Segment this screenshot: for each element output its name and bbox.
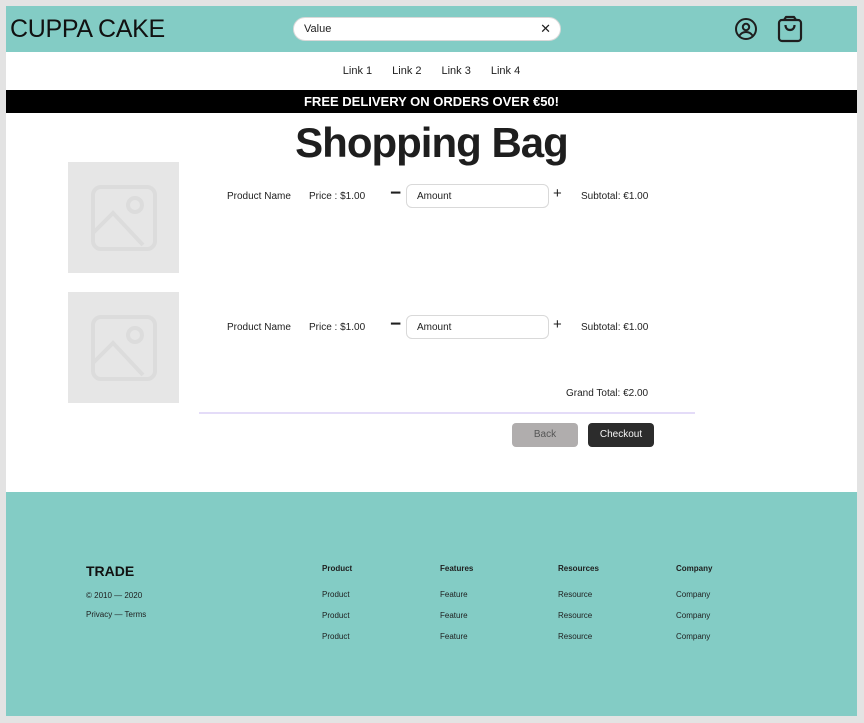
decrease-quantity-button[interactable]: − — [390, 183, 401, 205]
footer-link[interactable]: Product — [322, 611, 352, 620]
cart-item-row: Product Name Price : $1.00 − Amount + Su… — [6, 182, 857, 212]
close-icon[interactable]: ✕ — [540, 21, 551, 37]
footer-brand: TRADE — [86, 563, 135, 579]
brand-logo[interactable]: CUPPA CAKE — [10, 15, 165, 44]
footer-column-heading: Company — [676, 564, 713, 573]
quantity-input[interactable]: Amount — [406, 315, 549, 339]
promo-banner: FREE DELIVERY ON ORDERS OVER €50! — [6, 90, 857, 113]
footer-copyright: © 2010 — 2020 — [86, 591, 143, 600]
footer-link[interactable]: Feature — [440, 611, 473, 620]
footer-link[interactable]: Company — [676, 632, 712, 641]
nav-link-2[interactable]: Link 2 — [392, 65, 421, 77]
quantity-placeholder: Amount — [417, 322, 452, 333]
shopping-bag-icon[interactable] — [777, 15, 803, 43]
decrease-quantity-button[interactable]: − — [390, 314, 401, 336]
nav-link-1[interactable]: Link 1 — [343, 65, 372, 77]
footer-column-company: Company Company Company Company — [676, 564, 712, 653]
product-image — [68, 292, 179, 403]
main-nav: Link 1 Link 2 Link 3 Link 4 — [6, 52, 857, 90]
search-value[interactable]: Value — [304, 23, 331, 35]
footer-link[interactable]: Resource — [558, 590, 599, 599]
footer-legal-links[interactable]: Privacy — Terms — [86, 610, 146, 619]
increase-quantity-button[interactable]: + — [553, 183, 562, 205]
user-icon[interactable] — [734, 17, 758, 41]
page-title: Shopping Bag — [6, 119, 857, 167]
product-image — [68, 162, 179, 273]
grand-total: Grand Total: €2.00 — [566, 388, 649, 399]
cart-item-row: Product Name Price : $1.00 − Amount + Su… — [6, 313, 857, 343]
footer-column-heading: Product — [322, 564, 353, 573]
product-price: Price : $1.00 — [309, 191, 366, 202]
item-subtotal: Subtotal: €1.00 — [581, 322, 649, 333]
footer-link[interactable]: Company — [676, 590, 712, 599]
page-frame: CUPPA CAKE Value ✕ Link 1 Link 2 Link 3 … — [6, 6, 857, 716]
product-name[interactable]: Product Name — [227, 191, 291, 202]
product-price: Price : $1.00 — [309, 322, 366, 333]
footer-link[interactable]: Feature — [440, 632, 473, 641]
item-subtotal: Subtotal: €1.00 — [581, 191, 649, 202]
divider — [199, 412, 695, 414]
nav-link-3[interactable]: Link 3 — [442, 65, 471, 77]
quantity-placeholder: Amount — [417, 191, 452, 202]
site-footer: TRADE © 2010 — 2020 Privacy — Terms Prod… — [6, 492, 857, 716]
footer-link[interactable]: Resource — [558, 611, 599, 620]
footer-column-heading: Features — [440, 564, 474, 573]
footer-link[interactable]: Resource — [558, 632, 599, 641]
increase-quantity-button[interactable]: + — [553, 314, 562, 336]
footer-column-heading: Resources — [558, 564, 599, 573]
footer-link[interactable]: Product — [322, 590, 352, 599]
product-name[interactable]: Product Name — [227, 322, 291, 333]
footer-link[interactable]: Product — [322, 632, 352, 641]
footer-link[interactable]: Company — [676, 611, 712, 620]
back-button[interactable]: Back — [512, 423, 578, 447]
checkout-button[interactable]: Checkout — [588, 423, 654, 447]
footer-column-product: Product Product Product Product — [322, 564, 352, 653]
quantity-input[interactable]: Amount — [406, 184, 549, 208]
search-input[interactable]: Value ✕ — [293, 17, 561, 41]
page-title-text: Shopping Bag — [295, 119, 569, 166]
footer-column-features: Features Feature Feature Feature — [440, 564, 473, 653]
site-header: CUPPA CAKE Value ✕ — [6, 6, 857, 52]
nav-link-4[interactable]: Link 4 — [491, 65, 520, 77]
footer-column-resources: Resources Resource Resource Resource — [558, 564, 599, 653]
footer-link[interactable]: Feature — [440, 590, 473, 599]
